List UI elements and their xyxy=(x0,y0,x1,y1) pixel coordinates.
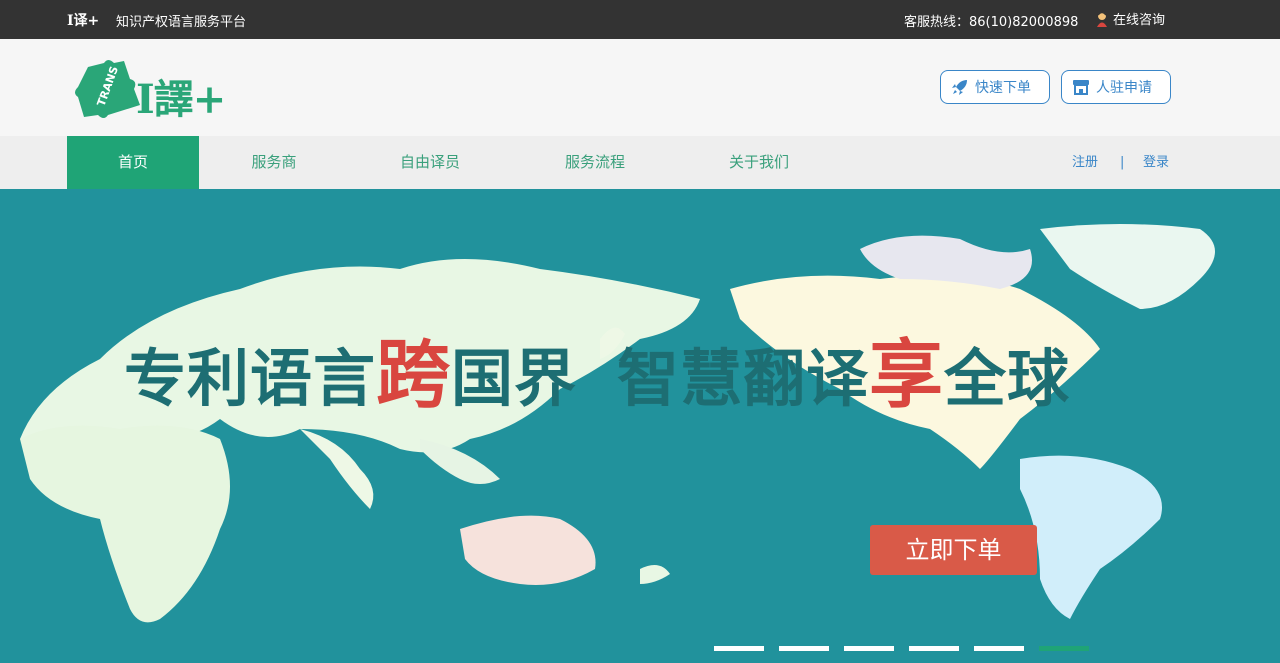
nav-item-about[interactable]: 关于我们 xyxy=(705,136,813,189)
headline-part-3: 智慧翻译 xyxy=(617,342,870,415)
hero-banner: 专利语言跨国界 智慧翻译享全球 立即下单 xyxy=(0,189,1280,663)
join-apply-button[interactable]: 人驻申请 xyxy=(1061,70,1171,104)
world-map-illustration xyxy=(20,224,1215,623)
banner-headline: 专利语言跨国界 智慧翻译享全球 xyxy=(124,315,1070,422)
logo-wordmark: I譯+ xyxy=(136,76,226,123)
headline-highlight-1: 跨 xyxy=(376,332,452,418)
quick-order-label: 快速下单 xyxy=(975,80,1031,96)
carousel-dot[interactable] xyxy=(714,646,764,651)
consult-icon xyxy=(1097,11,1107,27)
nav-item-home[interactable]: 首页 xyxy=(67,136,199,189)
join-apply-label: 人驻申请 xyxy=(1096,80,1152,96)
nav-item-providers[interactable]: 服务商 xyxy=(220,136,328,189)
site-header: TRANS I譯+ 快速下单 人驻申请 xyxy=(0,39,1280,136)
top-brand: I译+ xyxy=(67,13,100,29)
nav-separator: | xyxy=(1120,155,1125,170)
headline-highlight-2: 享 xyxy=(869,332,945,418)
headline-part-2: 国界 xyxy=(451,342,578,415)
nav-item-freelancers[interactable]: 自由译员 xyxy=(376,136,484,189)
consult-label: 在线咨询 xyxy=(1113,13,1166,28)
carousel-dot[interactable] xyxy=(844,646,894,651)
quick-order-button[interactable]: 快速下单 xyxy=(940,70,1050,104)
carousel-dot[interactable] xyxy=(779,646,829,651)
top-slogan: 知识产权语言服务平台 xyxy=(116,15,247,30)
carousel-dot[interactable] xyxy=(909,646,959,651)
carousel-dot-active[interactable] xyxy=(1039,646,1089,651)
order-now-button[interactable]: 立即下单 xyxy=(870,525,1037,575)
site-logo[interactable]: TRANS I譯+ xyxy=(74,59,254,123)
main-nav: 首页 服务商 自由译员 服务流程 关于我们 注册 | 登录 xyxy=(0,136,1280,189)
register-link[interactable]: 注册 xyxy=(1072,136,1098,189)
rocket-icon xyxy=(952,80,967,95)
nav-item-process[interactable]: 服务流程 xyxy=(541,136,649,189)
top-bar: I译+ 知识产权语言服务平台 客服热线：86(10)82000898 在线咨询 xyxy=(0,0,1280,39)
carousel-dot[interactable] xyxy=(974,646,1024,651)
hotline: 客服热线：86(10)82000898 xyxy=(904,15,1079,30)
login-link[interactable]: 登录 xyxy=(1143,136,1169,189)
online-consult-link[interactable]: 在线咨询 xyxy=(1094,9,1165,28)
headline-part-1: 专利语言 xyxy=(124,342,377,415)
headline-part-4: 全球 xyxy=(944,342,1071,415)
carousel-indicators xyxy=(714,646,1089,651)
store-icon xyxy=(1073,80,1089,95)
